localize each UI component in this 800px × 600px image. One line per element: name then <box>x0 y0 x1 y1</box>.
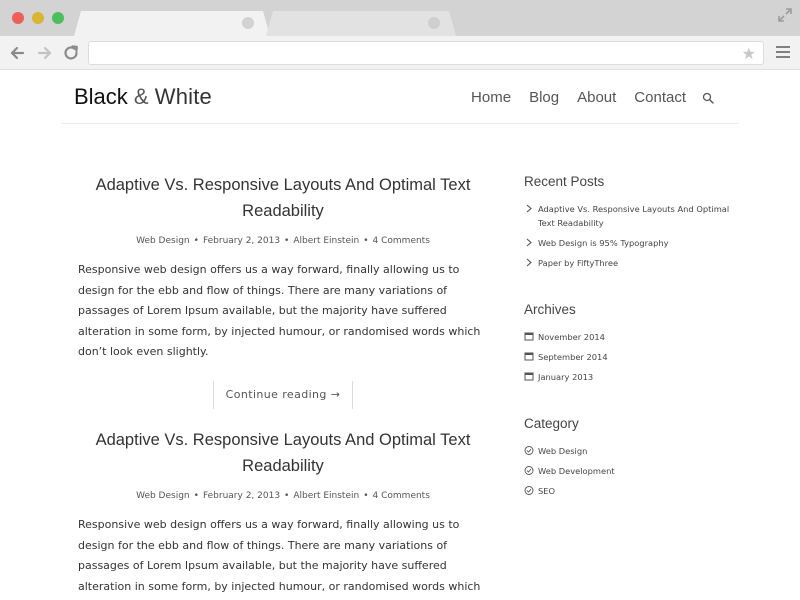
main-nav: Home Blog About Contact <box>453 89 714 106</box>
sidebar: Recent Posts Adaptive Vs. Responsive Lay… <box>524 174 734 530</box>
widget-title: Archives <box>524 302 576 317</box>
logo-main: Black <box>74 84 128 109</box>
category-link[interactable]: SEO <box>538 486 555 496</box>
post-excerpt: Responsive web design offers us a way fo… <box>78 518 481 593</box>
post-author[interactable]: Albert Einstein <box>293 236 359 246</box>
post-meta: Web Design • February 2, 2013 • Albert Einst… <box>136 491 430 501</box>
chevron-right-icon <box>526 258 532 267</box>
continue-wrap: Continue reading → <box>78 380 488 409</box>
list-item: January 2013 <box>524 370 734 384</box>
post-category[interactable]: Web Design <box>136 236 190 246</box>
logo-secondary: White <box>154 84 212 109</box>
list-item: September 2014 <box>524 350 734 364</box>
browser-menu-icon[interactable] <box>776 46 790 60</box>
archive-link[interactable]: September 2014 <box>538 352 608 362</box>
check-circle-icon <box>524 466 534 475</box>
maximize-window-button[interactable] <box>52 12 64 24</box>
post-comments[interactable]: 4 Comments <box>373 491 430 501</box>
post-category[interactable]: Web Design <box>136 491 190 501</box>
list-item: Web Design is 95% Typography <box>524 236 734 250</box>
continue-reading-button[interactable]: Continue reading → <box>212 380 354 409</box>
list-item: November 2014 <box>524 330 734 344</box>
chevron-right-icon <box>526 238 532 247</box>
widget-title: Category <box>524 416 579 431</box>
widget-category: Category Web Design Web Development SEO <box>524 416 734 498</box>
post-date[interactable]: February 2, 2013 <box>203 236 280 246</box>
bookmark-star-icon[interactable]: ★ <box>742 44 756 64</box>
post-excerpt: Responsive web design offers us a way fo… <box>78 263 481 359</box>
browser-chrome: ★ <box>0 0 800 70</box>
calendar-icon <box>524 352 534 361</box>
category-link[interactable]: Web Development <box>538 466 615 476</box>
list-item: Adaptive Vs. Responsive Layouts And Opti… <box>524 202 734 230</box>
nav-about[interactable]: About <box>577 89 616 106</box>
list-item: Paper by FiftyThree <box>524 256 734 270</box>
check-circle-icon <box>524 446 534 455</box>
widget-archives: Archives November 2014 September 2014 Ja… <box>524 302 734 384</box>
recent-post-link[interactable]: Web Design is 95% Typography <box>538 238 669 248</box>
calendar-icon <box>524 372 534 381</box>
browser-toolbar: ★ <box>0 36 800 70</box>
check-circle-icon <box>524 486 534 495</box>
list-item: Web Development <box>524 464 734 478</box>
fullscreen-icon[interactable] <box>778 8 792 22</box>
post-meta: Web Design • February 2, 2013 • Albert Einst… <box>136 236 430 246</box>
widget-recent-posts: Recent Posts Adaptive Vs. Responsive Lay… <box>524 174 734 270</box>
search-icon[interactable] <box>702 92 714 104</box>
forward-arrow-icon[interactable] <box>36 44 54 62</box>
archive-link[interactable]: January 2013 <box>538 372 593 382</box>
browser-tab-active[interactable] <box>74 11 270 36</box>
minimize-window-button[interactable] <box>32 12 44 24</box>
address-bar[interactable]: ★ <box>88 41 764 65</box>
post-entry: Adaptive Vs. Responsive Layouts And Opti… <box>78 427 488 600</box>
recent-post-link[interactable]: Adaptive Vs. Responsive Layouts And Opti… <box>538 204 729 228</box>
archive-link[interactable]: November 2014 <box>538 332 605 342</box>
list-item: SEO <box>524 484 734 498</box>
tab-close-icon[interactable] <box>242 17 254 29</box>
category-link[interactable]: Web Design <box>538 446 587 456</box>
site-logo[interactable]: Black & White <box>74 84 212 110</box>
tab-close-icon[interactable] <box>428 17 440 29</box>
tab-strip <box>0 0 800 36</box>
chevron-right-icon <box>526 204 532 213</box>
nav-home[interactable]: Home <box>471 89 511 106</box>
logo-ampersand: & <box>133 84 149 109</box>
site-header: Black & White Home Blog About Contact <box>62 70 738 124</box>
nav-contact[interactable]: Contact <box>634 89 686 106</box>
post-entry: Adaptive Vs. Responsive Layouts And Opti… <box>78 172 488 409</box>
widget-title: Recent Posts <box>524 174 605 189</box>
browser-tab-inactive[interactable] <box>266 11 456 36</box>
post-comments[interactable]: 4 Comments <box>373 236 430 246</box>
nav-blog[interactable]: Blog <box>529 89 559 106</box>
reload-icon[interactable] <box>62 44 80 62</box>
post-title[interactable]: Adaptive Vs. Responsive Layouts And Opti… <box>78 427 488 479</box>
post-date[interactable]: February 2, 2013 <box>203 491 280 501</box>
recent-post-link[interactable]: Paper by FiftyThree <box>538 258 618 268</box>
close-window-button[interactable] <box>12 12 24 24</box>
calendar-icon <box>524 332 534 341</box>
list-item: Web Design <box>524 444 734 458</box>
post-title[interactable]: Adaptive Vs. Responsive Layouts And Opti… <box>78 172 488 224</box>
back-arrow-icon[interactable] <box>8 44 26 62</box>
post-author[interactable]: Albert Einstein <box>293 491 359 501</box>
